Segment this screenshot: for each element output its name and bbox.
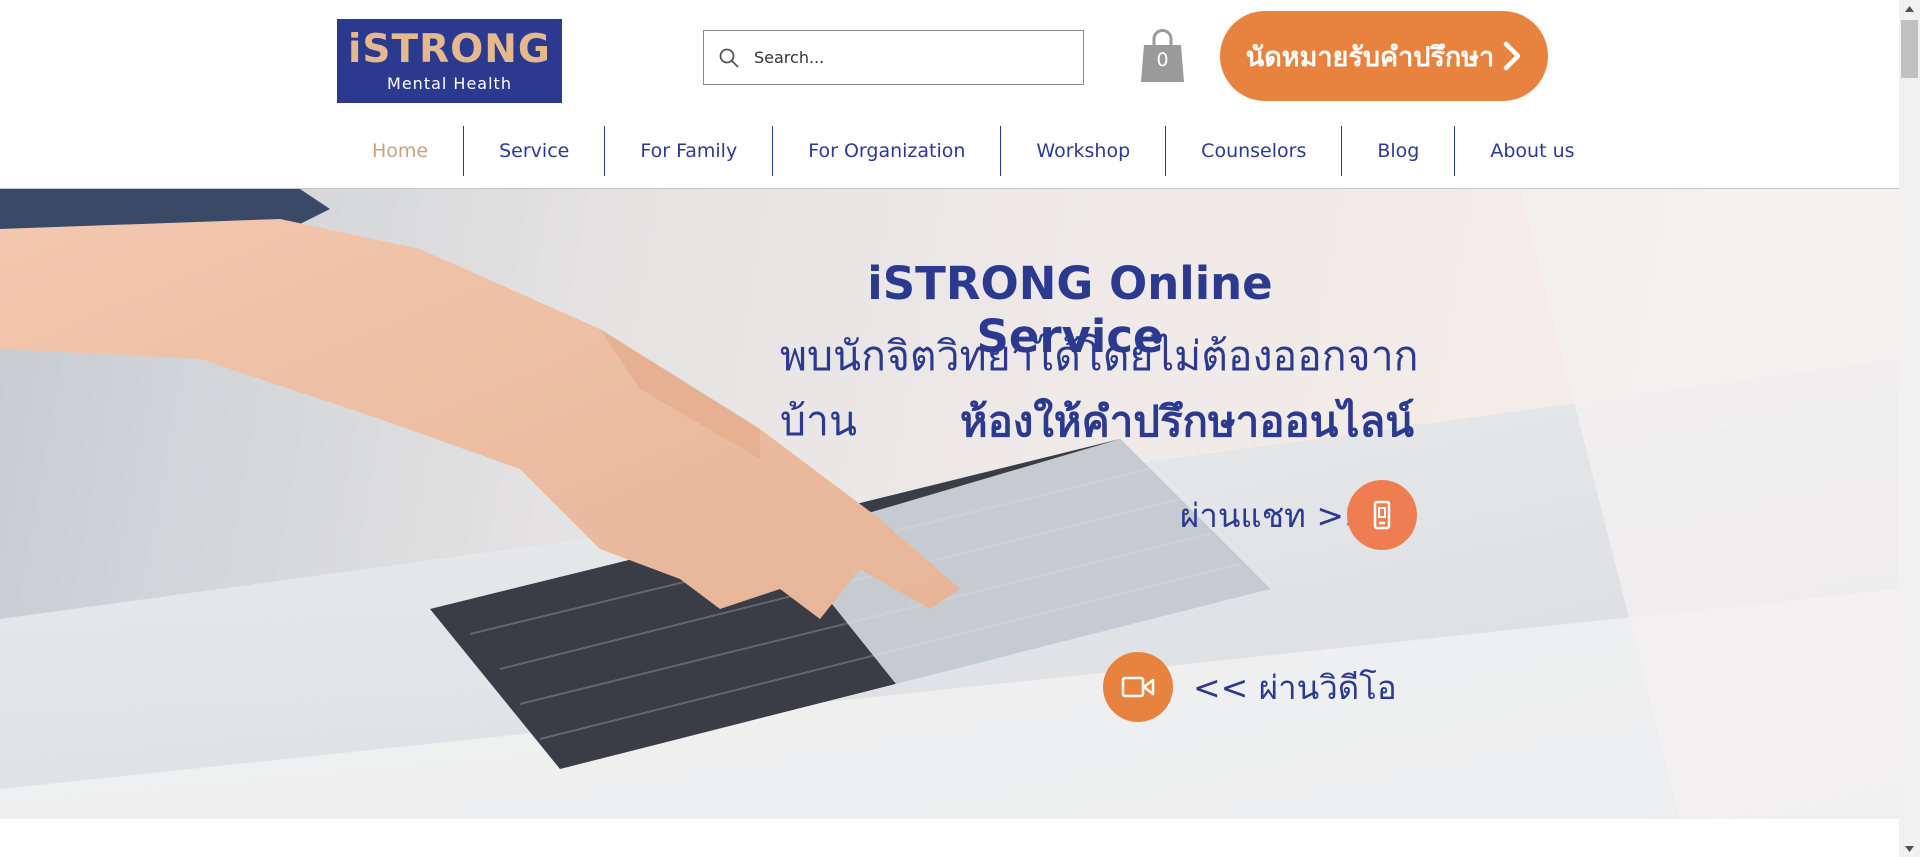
main-nav: Home Service For Family For Organization…	[337, 126, 1610, 176]
nav-item-counselors[interactable]: Counselors	[1166, 126, 1343, 176]
search-icon[interactable]	[717, 46, 741, 70]
nav-item-service[interactable]: Service	[464, 126, 606, 176]
nav-item-for-organization[interactable]: For Organization	[773, 126, 1002, 176]
page: iSTRONG Mental Health 0 นัดหมายรับคำปรึก…	[0, 0, 1920, 857]
nav-item-home[interactable]: Home	[337, 126, 465, 176]
site-header: iSTRONG Mental Health 0 นัดหมายรับคำปรึก…	[0, 0, 1899, 188]
nav-item-for-family[interactable]: For Family	[605, 126, 774, 176]
scroll-down-arrow-icon[interactable]	[1899, 840, 1920, 857]
video-link[interactable]: << ผ่านวิดีโอ	[1193, 661, 1397, 714]
logo[interactable]: iSTRONG Mental Health	[337, 19, 562, 103]
nav-item-about-us[interactable]: About us	[1455, 126, 1609, 176]
chat-link[interactable]: ผ่านแชท >>	[1180, 489, 1372, 542]
cart-count: 0	[1156, 49, 1169, 71]
video-camera-icon	[1121, 676, 1155, 698]
hero-heading: ห้องให้คำปรึกษาออนไลน์	[960, 397, 1414, 446]
vertical-scrollbar[interactable]	[1899, 0, 1920, 857]
scroll-up-arrow-icon[interactable]	[1899, 0, 1920, 17]
cart-button[interactable]: 0	[1140, 27, 1185, 83]
hero-banner: iSTRONG Online Service พบนักจิตวิทยาได้โ…	[0, 189, 1899, 819]
book-appointment-button[interactable]: นัดหมายรับคำปรึกษา	[1220, 11, 1548, 101]
nav-item-blog[interactable]: Blog	[1342, 126, 1456, 176]
chat-button[interactable]	[1347, 480, 1417, 550]
cta-label: นัดหมายรับคำปรึกษา	[1245, 41, 1495, 73]
scrollbar-thumb[interactable]	[1901, 20, 1918, 78]
nav-item-workshop[interactable]: Workshop	[1001, 126, 1167, 176]
chevron-right-icon	[1502, 41, 1522, 71]
mobile-phone-icon	[1373, 500, 1391, 530]
video-button[interactable]	[1103, 652, 1173, 722]
search-box[interactable]	[703, 30, 1084, 85]
search-input[interactable]	[752, 36, 1076, 79]
logo-subtitle: Mental Health	[387, 74, 512, 93]
logo-title: iSTRONG	[348, 27, 551, 72]
